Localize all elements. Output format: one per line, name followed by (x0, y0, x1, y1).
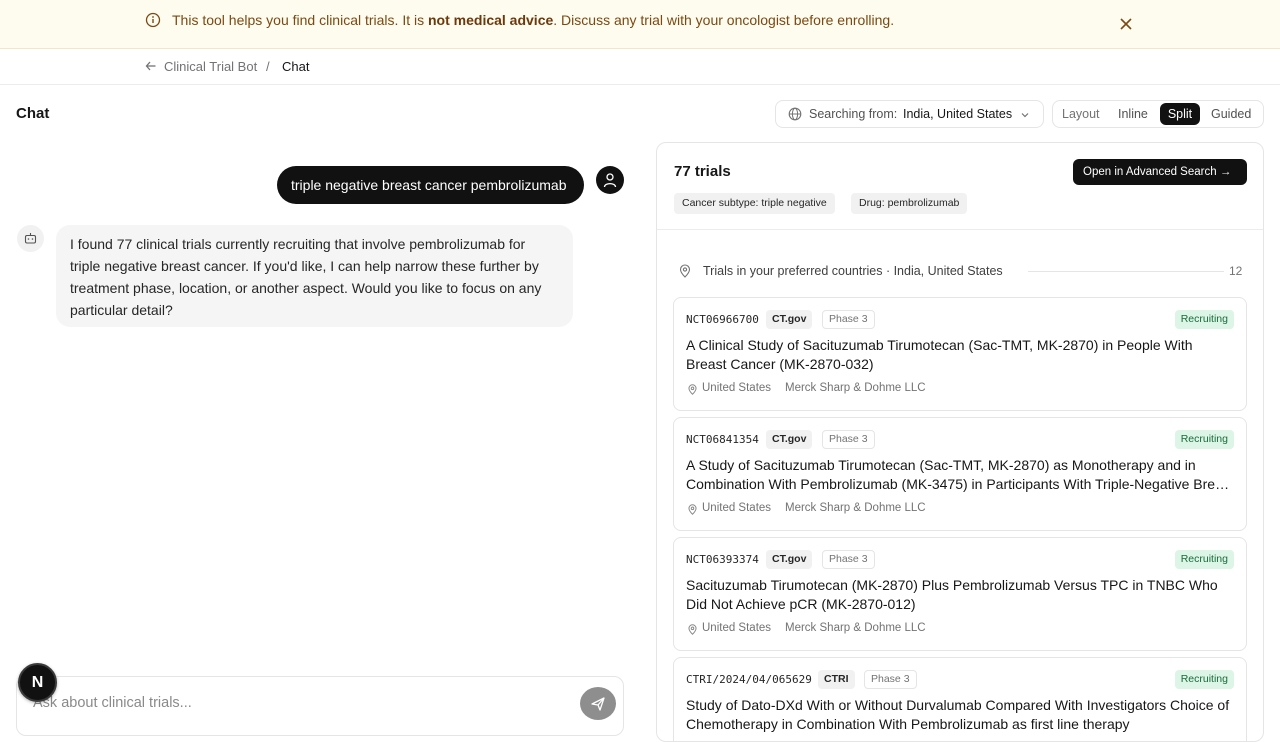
user-avatar (596, 166, 624, 194)
breadcrumb-parent-link[interactable]: Clinical Trial Bot (164, 59, 257, 74)
trial-phase-badge: Phase 3 (822, 430, 875, 449)
trial-sponsor: Merck Sharp & Dohme LLC (785, 622, 926, 634)
filter-chip-subtype[interactable]: Cancer subtype: triple negative (674, 193, 835, 214)
user-icon (603, 173, 617, 188)
trial-id: NCT06966700 (686, 313, 759, 326)
trial-location: United States (702, 622, 772, 634)
divider (657, 229, 1263, 230)
breadcrumb: Clinical Trial Bot / Chat (0, 49, 1280, 85)
country-selector[interactable]: Searching from: India, United States (775, 100, 1044, 128)
trial-card[interactable]: CTRI/2024/04/065629 CTRI Phase 3 Recruit… (673, 657, 1247, 741)
status-badge: Recruiting (1174, 430, 1234, 449)
filter-chip-drug[interactable]: Drug: pembrolizumab (851, 193, 968, 214)
results-count: 77 trials (674, 163, 731, 180)
disclaimer-text: This tool helps you find clinical trials… (172, 12, 895, 28)
preferred-countries-label: Trials in your preferred countries · Ind… (703, 264, 1003, 278)
layout-switcher: Layout Inline Split Guided (1052, 100, 1264, 128)
trial-card[interactable]: NCT06393374 CT.gov Phase 3 Recruiting Sa… (673, 537, 1247, 651)
chat-composer[interactable]: Ask about clinical trials... (16, 676, 624, 736)
bot-avatar (17, 225, 44, 252)
country-selector-value: India, United States (903, 107, 1013, 121)
layout-option-guided[interactable]: Guided (1211, 106, 1251, 122)
trial-source-badge: CTRI (818, 670, 855, 689)
page-title: Chat (16, 105, 50, 122)
layout-label: Layout (1062, 107, 1100, 121)
trial-source-badge: CT.gov (766, 430, 813, 449)
trial-id: NCT06393374 (686, 553, 759, 566)
layout-option-split[interactable]: Split (1160, 103, 1200, 125)
map-pin-icon (688, 504, 697, 515)
bot-icon (24, 233, 37, 244)
trial-location: United States (702, 382, 772, 394)
trial-source-badge: CT.gov (766, 310, 813, 329)
map-pin-icon (679, 264, 691, 278)
trial-card[interactable]: NCT06841354 CT.gov Phase 3 Recruiting A … (673, 417, 1247, 531)
status-badge: Recruiting (1174, 550, 1234, 569)
trial-title[interactable]: Sacituzumab Tirumotecan (MK-2870) Plus P… (686, 576, 1234, 614)
chevron-down-icon (1021, 113, 1029, 118)
layout-option-inline[interactable]: Inline (1118, 106, 1148, 122)
breadcrumb-current: Chat (282, 59, 310, 74)
trial-title[interactable]: A Clinical Study of Sacituzumab Tirumote… (686, 336, 1234, 374)
send-button[interactable] (580, 687, 616, 720)
user-message: triple negative breast cancer pembrolizu… (277, 166, 584, 204)
section-rule (1028, 271, 1224, 272)
map-pin-icon (688, 384, 697, 395)
status-badge: Recruiting (1174, 310, 1234, 329)
status-badge: Recruiting (1174, 670, 1234, 689)
close-icon[interactable] (1117, 15, 1135, 33)
preferred-countries-count: 12 (1229, 264, 1243, 278)
assistant-message: I found 77 clinical trials currently rec… (56, 225, 573, 327)
globe-icon (788, 107, 802, 121)
send-icon (591, 697, 605, 711)
trial-title[interactable]: Study of Dato-DXd With or Without Durval… (686, 696, 1234, 734)
open-advanced-search-button[interactable]: Open in Advanced Search → (1073, 159, 1247, 185)
country-selector-label: Searching from: (809, 107, 898, 121)
trial-id: CTRI/2024/04/065629 (686, 673, 812, 686)
trial-phase-badge: Phase 3 (822, 310, 875, 329)
trial-source-badge: CT.gov (766, 550, 813, 569)
trial-card[interactable]: NCT06966700 CT.gov Phase 3 Recruiting A … (673, 297, 1247, 411)
trial-sponsor: Merck Sharp & Dohme LLC (785, 382, 926, 394)
breadcrumb-separator: / (266, 59, 270, 74)
info-icon (145, 12, 161, 28)
arrow-left-icon[interactable] (145, 60, 157, 72)
chat-input[interactable]: Ask about clinical trials... (33, 695, 192, 711)
disclaimer-banner: This tool helps you find clinical trials… (0, 0, 1280, 49)
trial-sponsor: Merck Sharp & Dohme LLC (785, 502, 926, 514)
trial-location: United States (702, 502, 772, 514)
results-panel: 77 trials Open in Advanced Search → Canc… (656, 142, 1264, 742)
nextjs-dev-indicator[interactable]: N (18, 663, 57, 702)
map-pin-icon (688, 624, 697, 635)
disclaimer-emphasis: not medical advice (428, 12, 554, 28)
trial-id: NCT06841354 (686, 433, 759, 446)
trial-phase-badge: Phase 3 (864, 670, 917, 689)
trial-title[interactable]: A Study of Sacituzumab Tirumotecan (Sac-… (686, 456, 1234, 494)
trial-phase-badge: Phase 3 (822, 550, 875, 569)
